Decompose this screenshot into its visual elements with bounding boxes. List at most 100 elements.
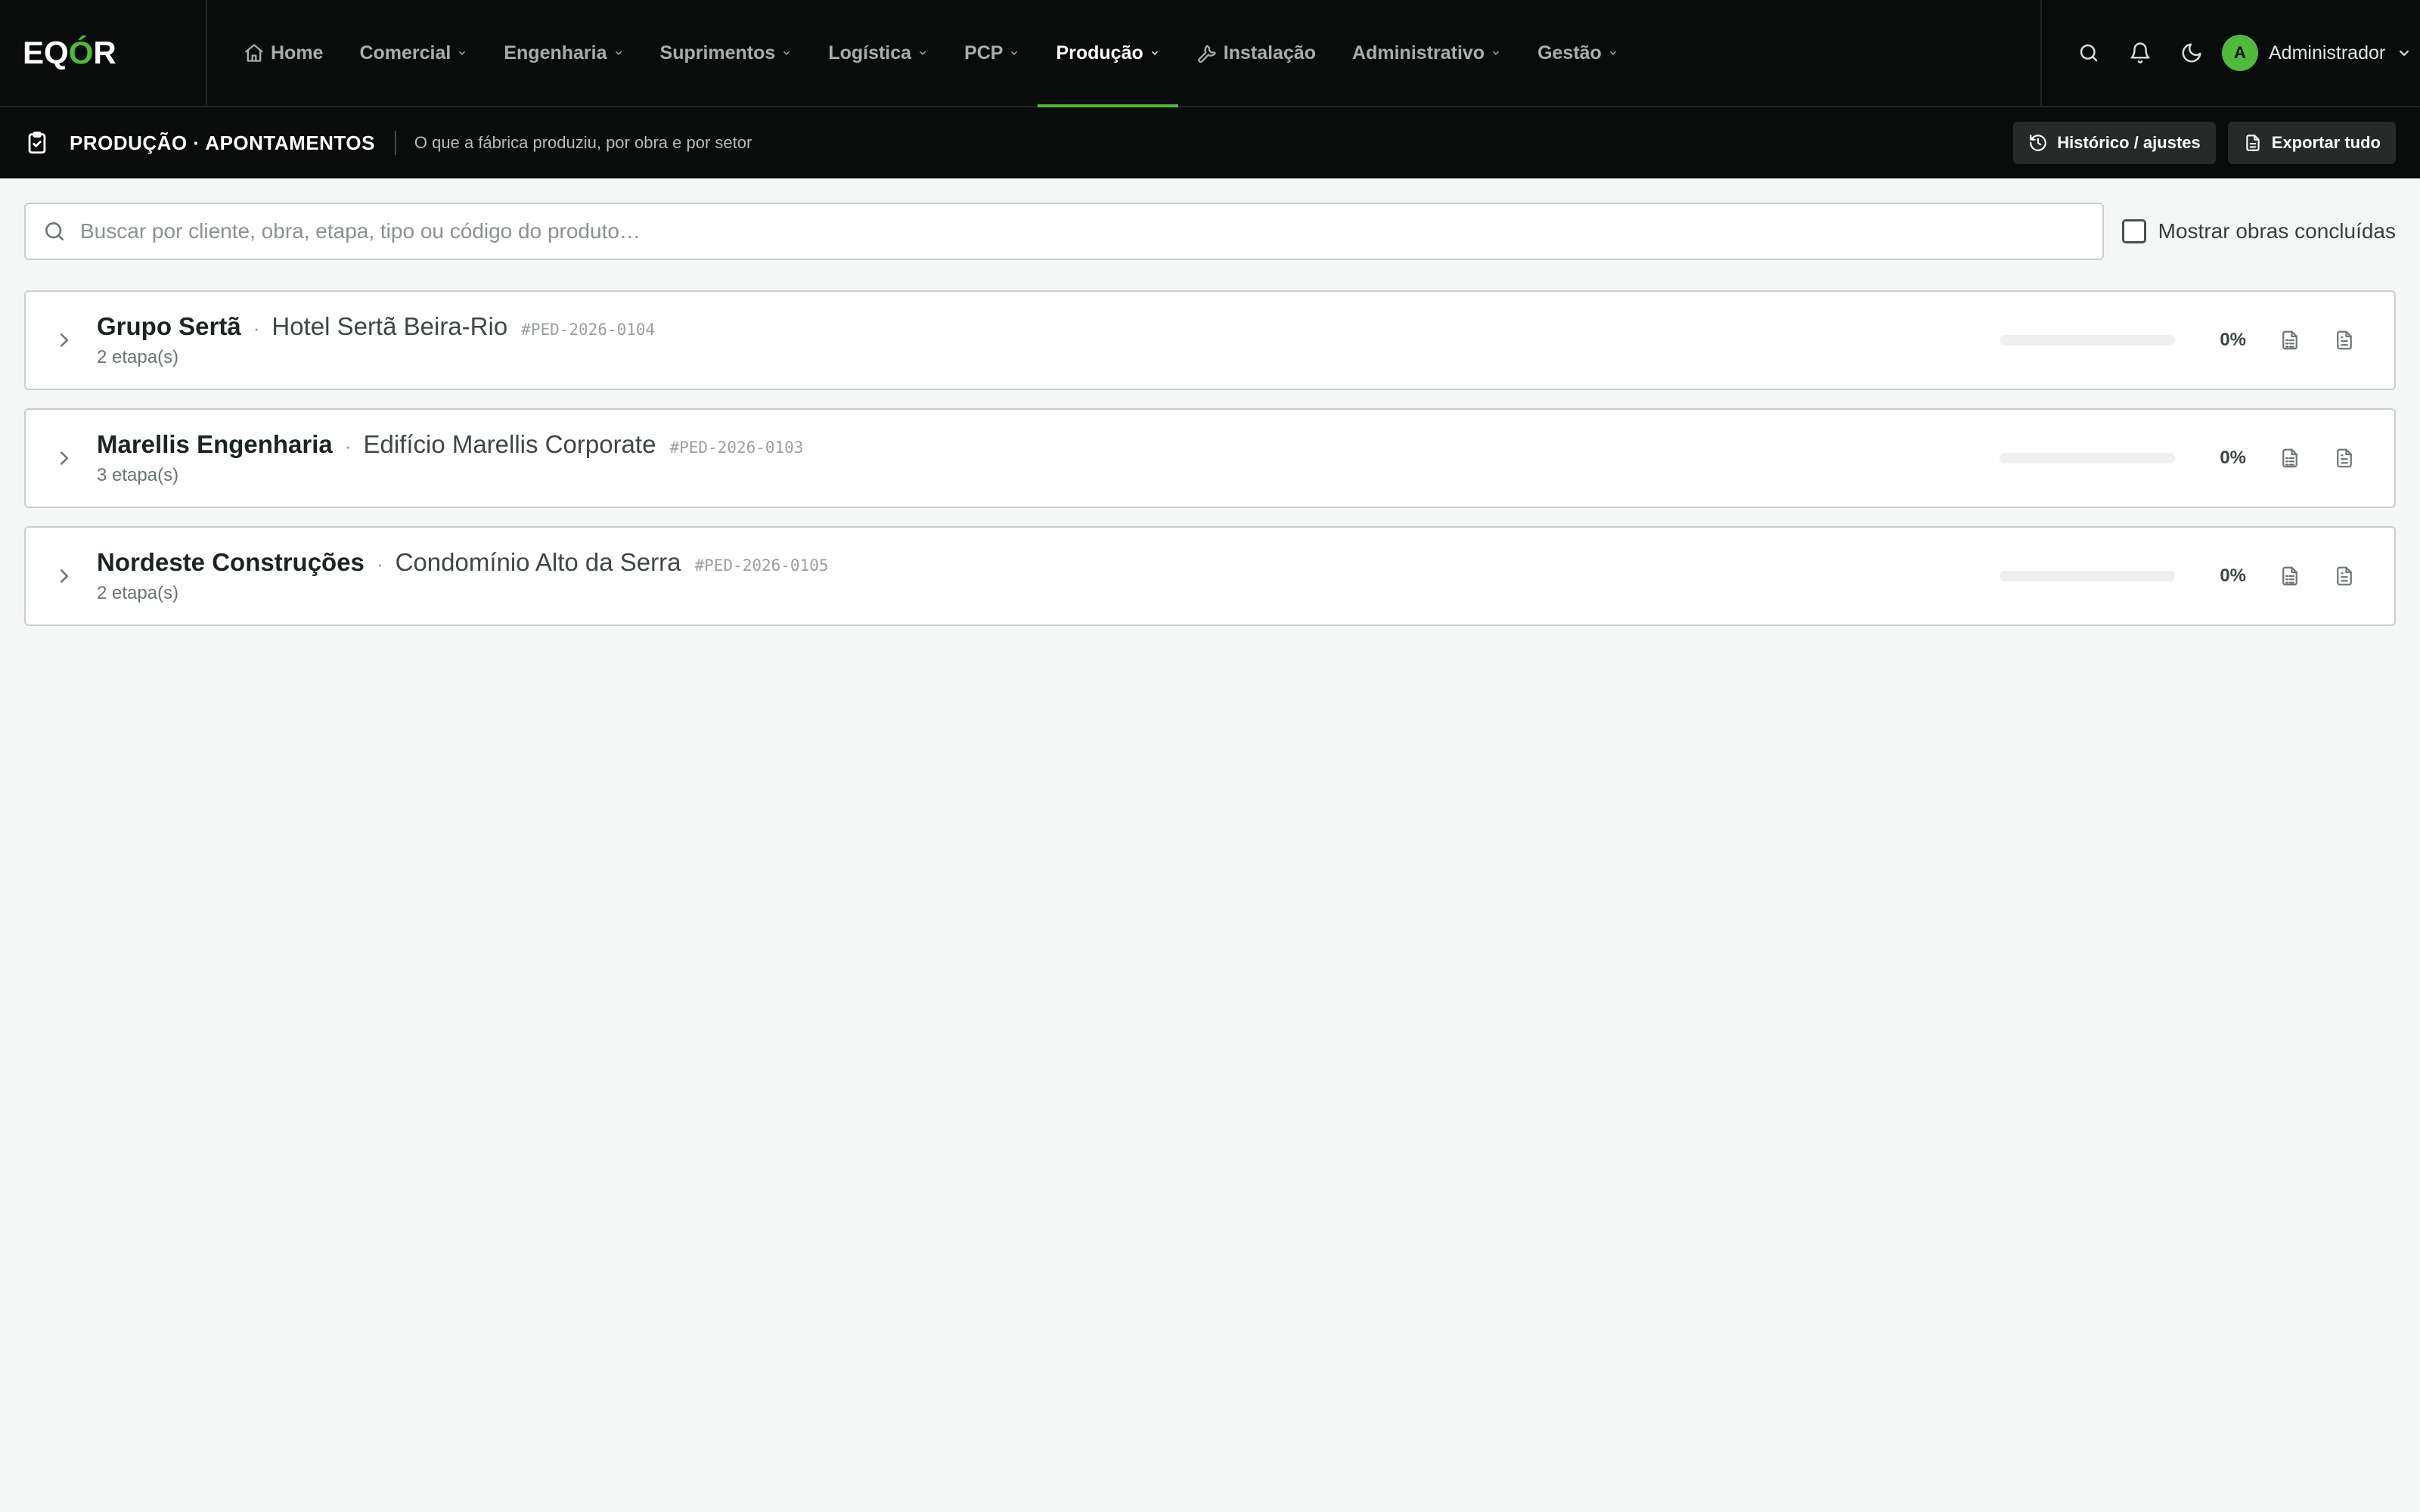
- nav-item-label: Engenharia: [504, 42, 607, 64]
- order-list: Grupo Sertã · Hotel Sertã Beira-Rio #PED…: [24, 290, 2396, 644]
- nav-item-label: Administrativo: [1352, 42, 1485, 64]
- avatar: A: [2222, 35, 2258, 71]
- app-logo[interactable]: EQ Ó R: [0, 0, 207, 106]
- order-card[interactable]: Marellis Engenharia · Edifício Marellis …: [24, 408, 2396, 508]
- order-card[interactable]: Grupo Sertã · Hotel Sertã Beira-Rio #PED…: [24, 290, 2396, 390]
- global-search-button[interactable]: [2063, 27, 2114, 79]
- progress-bar: [2000, 453, 2175, 463]
- chevron-right-icon[interactable]: [53, 447, 76, 469]
- show-completed-toggle[interactable]: Mostrar obras concluídas: [2121, 219, 2396, 243]
- stage-count: 3 etapa(s): [97, 465, 179, 485]
- nav-item-label: Home: [271, 42, 324, 64]
- export-sheet-button[interactable]: [2263, 313, 2317, 367]
- progress-bar: [2000, 335, 2175, 345]
- file-spreadsheet-icon: [2282, 566, 2297, 586]
- order-info: Nordeste Construções · Condomínio Alto d…: [97, 548, 2000, 604]
- chevron-down-icon: [1011, 51, 1018, 55]
- history-icon: [2030, 135, 2047, 151]
- project-name: Hotel Sertã Beira-Rio: [271, 312, 508, 340]
- project-name: Edifício Marellis Corporate: [363, 430, 656, 458]
- export-report-button[interactable]: [2317, 313, 2372, 367]
- logo-text-accent: Ó: [68, 35, 94, 70]
- nav-item-label: Produção: [1056, 42, 1143, 64]
- client-name: Marellis Engenharia: [97, 430, 333, 458]
- theme-toggle-button[interactable]: [2166, 27, 2217, 79]
- history-button-label: Histórico / ajustes: [2057, 133, 2201, 152]
- search-row: Mostrar obras concluídas: [24, 203, 2396, 260]
- top-navbar: EQ Ó R Home Comercial Engenharia Supriment…: [0, 0, 2420, 107]
- nav-item-producao[interactable]: Produção: [1038, 0, 1179, 107]
- nav-item-engenharia[interactable]: Engenharia: [486, 0, 641, 106]
- search-icon: [45, 222, 64, 240]
- page-title: PRODUÇÃO · APONTAMENTOS: [70, 131, 396, 155]
- export-all-button[interactable]: Exportar tudo: [2227, 122, 2396, 164]
- wrench-icon: [1197, 45, 1216, 64]
- nav-item-administrativo[interactable]: Administrativo: [1334, 0, 1519, 106]
- search-input[interactable]: [80, 219, 2046, 243]
- nav-item-suprimentos[interactable]: Suprimentos: [642, 0, 811, 106]
- search-box: [24, 203, 2104, 260]
- user-menu[interactable]: A Administrador: [2222, 35, 2412, 71]
- page-subtitle: O que a fábrica produziu, por obra e por…: [414, 133, 752, 152]
- page-actions: Histórico / ajustes Exportar tudo: [2013, 122, 2396, 164]
- history-button[interactable]: Histórico / ajustes: [2013, 122, 2216, 164]
- progress-percent: 0%: [2220, 330, 2246, 350]
- nav-item-label: Logística: [828, 42, 912, 64]
- file-spreadsheet-icon: [2282, 448, 2297, 468]
- nav-item-label: Comercial: [359, 42, 451, 64]
- export-sheet-button[interactable]: [2263, 431, 2317, 485]
- chevron-down-icon: [1151, 51, 1158, 55]
- nav-item-pcp[interactable]: PCP: [946, 0, 1038, 106]
- chevron-down-icon: [2399, 50, 2409, 57]
- chevron-down-icon: [459, 51, 466, 55]
- chevron-right-icon[interactable]: [53, 329, 76, 352]
- chevron-down-icon: [1493, 51, 1500, 55]
- nav-item-home[interactable]: Home: [225, 0, 341, 106]
- logo-text-end: R: [93, 35, 116, 70]
- order-code: #PED-2026-0103: [669, 438, 804, 457]
- progress-percent: 0%: [2220, 448, 2246, 468]
- top-right-actions: A Administrador: [2040, 0, 2420, 106]
- nav-item-label: Suprimentos: [659, 42, 776, 64]
- show-completed-label: Mostrar obras concluídas: [2158, 219, 2396, 243]
- page-header: PRODUÇÃO · APONTAMENTOS O que a fábrica …: [0, 107, 2420, 178]
- moon-icon: [2182, 43, 2201, 63]
- order-card[interactable]: Nordeste Construções · Condomínio Alto d…: [24, 526, 2396, 626]
- order-info: Marellis Engenharia · Edifício Marellis …: [97, 430, 2000, 486]
- file-text-icon: [2337, 448, 2352, 468]
- search-icon: [2080, 44, 2098, 62]
- client-name: Grupo Sertã: [97, 312, 241, 340]
- chevron-right-icon[interactable]: [53, 565, 76, 587]
- export-report-button[interactable]: [2317, 431, 2372, 485]
- order-code: #PED-2026-0105: [694, 556, 829, 575]
- user-name: Administrador: [2269, 42, 2386, 64]
- nav-item-comercial[interactable]: Comercial: [341, 0, 486, 106]
- progress-bar: [2000, 571, 2175, 581]
- stage-count: 2 etapa(s): [97, 347, 179, 367]
- separator-dot: ·: [253, 317, 260, 339]
- separator-dot: ·: [344, 435, 352, 457]
- nav-item-gestao[interactable]: Gestão: [1519, 0, 1637, 106]
- file-icon: [2246, 135, 2260, 151]
- order-code: #PED-2026-0104: [521, 321, 656, 339]
- order-info: Grupo Sertã · Hotel Sertã Beira-Rio #PED…: [97, 312, 2000, 368]
- stage-count: 2 etapa(s): [97, 583, 179, 603]
- chevron-down-icon: [920, 51, 926, 55]
- export-sheet-button[interactable]: [2263, 549, 2317, 603]
- nav-item-logistica[interactable]: Logística: [810, 0, 946, 106]
- separator-dot: ·: [376, 553, 383, 575]
- client-name: Nordeste Construções: [97, 548, 365, 576]
- nav-item-instalacao[interactable]: Instalação: [1178, 0, 1334, 106]
- nav-item-label: PCP: [964, 42, 1004, 64]
- notifications-button[interactable]: [2114, 27, 2166, 79]
- export-report-button[interactable]: [2317, 549, 2372, 603]
- logo-text-start: EQ: [23, 35, 69, 70]
- project-name: Condomínio Alto da Serra: [395, 548, 681, 576]
- nav-item-label: Gestão: [1537, 42, 1602, 64]
- chevron-down-icon: [1609, 51, 1616, 55]
- file-spreadsheet-icon: [2282, 330, 2297, 350]
- file-text-icon: [2337, 566, 2352, 586]
- show-completed-checkbox[interactable]: [2121, 219, 2146, 243]
- home-icon: [245, 44, 263, 62]
- chevron-down-icon: [615, 51, 622, 55]
